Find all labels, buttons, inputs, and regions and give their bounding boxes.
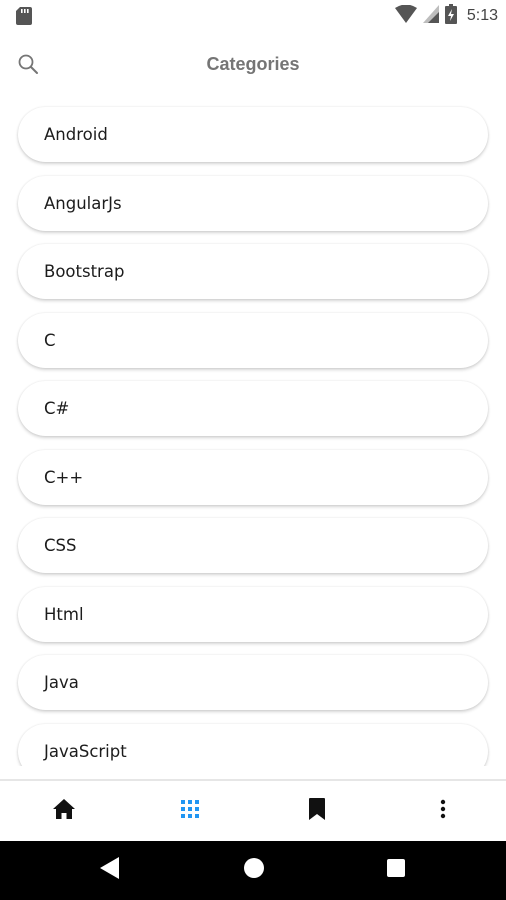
category-item-java[interactable]: Java [18,655,488,710]
category-label: C# [44,399,70,418]
category-list-viewport[interactable]: Android AngularJs Bootstrap C C# C++ CSS… [0,100,506,766]
app-header: Categories [0,40,506,92]
app-screen: 5:13 Categories Android AngularJs Bootst… [0,0,506,900]
category-item-bootstrap[interactable]: Bootstrap [18,244,488,299]
category-label: Html [44,604,84,624]
home-icon [53,798,75,824]
category-item-javascript[interactable]: JavaScript [18,723,488,766]
category-label: Android [44,125,108,144]
system-nav-bar [0,841,506,900]
wifi-icon [394,4,417,28]
bookmark-icon [309,797,325,825]
recents-square-icon [386,858,406,883]
category-item-android[interactable]: Android [18,107,488,162]
battery-icon [444,3,457,29]
system-back-button[interactable] [80,841,140,900]
cell-signal-icon [422,4,439,28]
system-home-button[interactable] [224,841,284,900]
back-triangle-icon [100,857,120,884]
grid-icon [181,799,199,823]
category-item-html[interactable]: Html [18,586,488,642]
category-item-css[interactable]: CSS [18,518,488,573]
status-bar: 5:13 [0,0,506,32]
category-label: C [44,330,56,350]
category-label: AngularJs [44,193,122,213]
nav-categories-button[interactable] [160,781,220,841]
category-item-cpp[interactable]: C++ [18,449,488,505]
category-list: Android AngularJs Bootstrap C C# C++ CSS… [18,107,488,766]
nav-more-button[interactable] [413,781,473,841]
sd-card-icon [16,7,32,25]
status-icons: 5:13 [394,3,498,29]
status-time: 5:13 [466,7,498,24]
category-label: Bootstrap [44,262,125,281]
home-circle-icon [243,857,265,884]
more-vertical-icon [440,799,446,824]
category-label: Java [44,673,79,692]
category-label: C++ [44,467,84,487]
category-item-c[interactable]: C [18,312,488,368]
nav-home-button[interactable] [34,781,94,841]
bottom-nav [0,779,506,841]
system-recents-button[interactable] [366,841,426,900]
category-label: CSS [44,536,77,555]
category-item-angularjs[interactable]: AngularJs [18,175,488,231]
page-title: Categories [206,54,300,74]
category-label: JavaScript [44,741,127,761]
category-item-csharp[interactable]: C# [18,381,488,436]
nav-bookmarks-button[interactable] [287,781,347,841]
